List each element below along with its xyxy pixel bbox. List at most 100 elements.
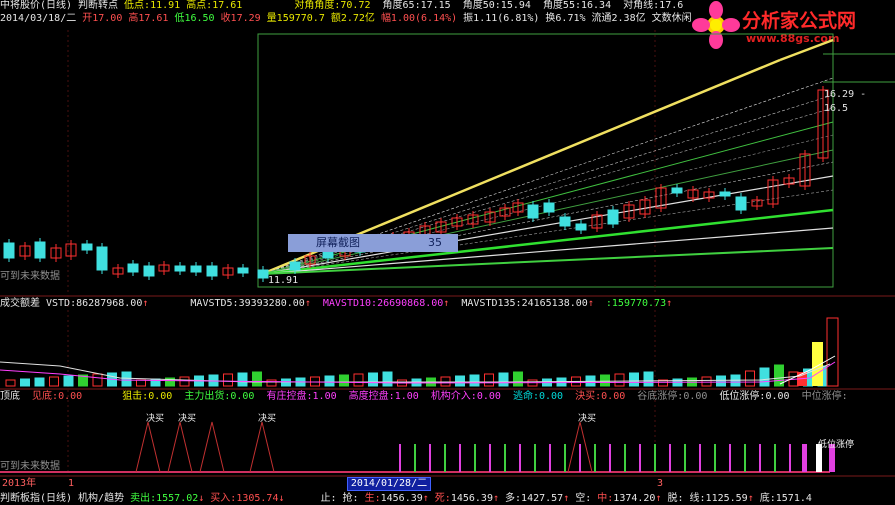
- candle: [543, 202, 555, 213]
- signal-label: 決买:: [575, 391, 602, 402]
- volume-bar: [339, 374, 349, 387]
- axis-month: 1: [68, 478, 75, 489]
- volume-bar: [484, 373, 494, 387]
- buy-signal-triangle: [135, 421, 161, 473]
- axis-year: 2013年: [2, 478, 37, 489]
- candle: [671, 187, 683, 194]
- volume-bar: [252, 371, 262, 387]
- mavstd5-value: 39393280.00: [238, 298, 305, 309]
- price-tag: 16.29 - 16.5: [824, 89, 867, 114]
- candle: [190, 265, 202, 273]
- signal-label: 有庄控盘:: [266, 391, 313, 402]
- bottom-label: 死:: [434, 493, 451, 504]
- volume-bar: [121, 371, 132, 387]
- volume-bar: [353, 373, 364, 387]
- volume-bar: [179, 376, 190, 387]
- candle: [174, 265, 186, 272]
- candle: [527, 204, 539, 219]
- signal-value: 0.00: [539, 391, 564, 402]
- mavstd135-value: 24165138.00: [521, 298, 588, 309]
- volume-bar: [266, 379, 277, 387]
- signal-value: 0.00: [230, 391, 255, 402]
- signal-label: 谷底涨停:: [637, 391, 684, 402]
- volume-bar: [368, 372, 378, 387]
- candle: [575, 223, 587, 231]
- bottom-label: 买入:: [210, 493, 237, 504]
- volume-bar: [237, 372, 248, 387]
- signal-value: 0.00: [765, 391, 790, 402]
- signal-value: 0.00: [601, 391, 626, 402]
- volume-bar: [136, 379, 146, 387]
- buy-signal-triangle: [199, 421, 225, 473]
- volume-bar: [34, 377, 45, 387]
- fan-line: [261, 161, 834, 275]
- volume-bar: [629, 372, 639, 387]
- signal-label: 低位涨停:: [719, 391, 766, 402]
- signal-label: 主力出货:: [184, 391, 231, 402]
- future-data-label: 可到未来数据: [0, 271, 60, 282]
- candle: [237, 267, 249, 274]
- bottom-value: 1427.57: [521, 493, 564, 504]
- buy-signal-label: 决买: [178, 414, 197, 424]
- bottom-value: 1305.74: [236, 493, 279, 504]
- candle: [206, 265, 218, 277]
- signal-label: 逃命:: [512, 391, 539, 402]
- fan-line: [779, 38, 834, 62]
- signal-bar: [802, 444, 807, 472]
- volume-bar: [600, 374, 610, 387]
- volume-bar: [643, 371, 654, 387]
- mavstd5-label: MAVSTD5:: [190, 298, 239, 309]
- volume-bar: [20, 378, 30, 387]
- bottom-label: 线:: [689, 493, 706, 504]
- candle: [607, 209, 619, 225]
- price-chart[interactable]: [0, 0, 895, 505]
- bottom-label: 卖出:: [130, 493, 157, 504]
- signal-value: 0.00: [58, 391, 83, 402]
- bottom-label: 生:: [364, 493, 381, 504]
- volume-bar: [498, 372, 509, 387]
- candle: [559, 216, 571, 227]
- signal-label: 狙击:: [122, 391, 149, 402]
- candle: [127, 263, 139, 273]
- candle: [735, 196, 747, 211]
- volume-bar: [382, 371, 393, 387]
- mavstd10-value: 26690868.00: [377, 298, 444, 309]
- bottom-name: 判断板指(日线): [0, 493, 73, 504]
- bottom-value: 1571.4: [775, 493, 812, 504]
- signal-label: 顶底: [0, 391, 20, 402]
- volume-bar: [745, 370, 755, 387]
- bottom-indicator-bar: 判断板指(日线) 机构/趋势 卖出:1557.02↓ 买入:1305.74↓ 止: 抢: 生…: [0, 493, 895, 505]
- bottom-label: 空:: [575, 493, 592, 504]
- signal-value: 1.00: [312, 391, 337, 402]
- volume-bar: [455, 375, 465, 387]
- axis-month: 3: [657, 478, 664, 489]
- buy-signal-triangle: [167, 421, 193, 473]
- buy-signal-label: 决买: [146, 414, 165, 424]
- volume-bar: [513, 371, 523, 387]
- bottom-value: 1374.20: [613, 493, 656, 504]
- candle: [81, 243, 93, 251]
- volume-bar: [701, 376, 712, 387]
- volume-bar: [63, 375, 74, 387]
- tooltip-label: 屏幕截图: [316, 236, 360, 249]
- signal-label: 见底:: [32, 391, 59, 402]
- signal-label: 机构介入:: [430, 391, 477, 402]
- bottom-value: 1456.39: [450, 493, 493, 504]
- volume-panel-header: 成交额差 VSTD:86287968.00↑ MAVSTD5:39393280.0…: [0, 298, 673, 309]
- vstd-value: 86287968.00: [76, 298, 143, 309]
- future-data-label: 可到未来数据: [0, 461, 60, 472]
- buy-signal-triangle: [249, 421, 275, 473]
- volume-bar: [49, 376, 59, 387]
- candle: [96, 246, 108, 271]
- volume-bar: [469, 374, 480, 387]
- limit-up-label: 低位涨停: [818, 440, 855, 450]
- candle: [289, 261, 301, 271]
- volume-bar: [716, 375, 726, 387]
- volume-bar: [324, 375, 335, 387]
- signal-label: 高度控盘:: [348, 391, 395, 402]
- bottom-value: 1125.59: [705, 493, 748, 504]
- signal-label: 中位涨停:: [801, 391, 848, 402]
- screenshot-tooltip[interactable]: 屏幕截图 35: [288, 234, 458, 252]
- candle: [257, 269, 269, 279]
- signal-value: 1.00: [394, 391, 419, 402]
